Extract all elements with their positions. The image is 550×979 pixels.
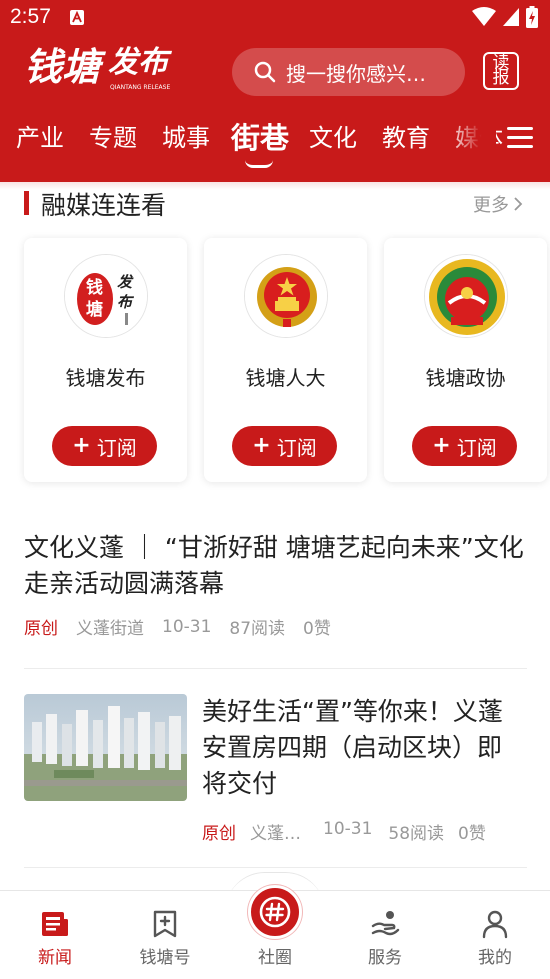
svg-text:钱: 钱 <box>86 277 103 298</box>
nav-community-label: 社圈 <box>258 948 292 968</box>
app-header: 2:57 钱塘 发布 QIANTANG RELEASE 搜一搜你感兴… 读报 产… <box>0 0 550 182</box>
signal-icon <box>503 8 519 26</box>
chevron-right-icon <box>514 197 523 211</box>
divider <box>24 867 527 868</box>
read-newspaper-button[interactable]: 读报 <box>483 52 519 90</box>
subscribe-label: 订阅 <box>456 435 497 460</box>
tabs-fade <box>448 110 496 166</box>
more-label: 更多 <box>473 195 509 216</box>
more-link[interactable]: 更多 <box>473 191 523 217</box>
service-hand-icon <box>371 911 400 936</box>
plus-icon: + <box>72 433 91 458</box>
tab-culture[interactable]: 文化 <box>309 118 357 153</box>
brand-row: 钱塘 发布 QIANTANG RELEASE 搜一搜你感兴… 读报 <box>0 42 550 102</box>
subscribe-label: 订阅 <box>96 435 137 460</box>
plus-icon: + <box>252 433 271 458</box>
nav-community-button[interactable] <box>248 885 302 939</box>
tab-industry[interactable]: 产业 <box>16 118 64 153</box>
news-meta: 原创 义蓬街道 10-31 87阅读 0赞 <box>24 614 527 640</box>
status-time: 2:57 <box>10 5 51 28</box>
subscribe-label: 订阅 <box>276 435 317 460</box>
search-box[interactable]: 搜一搜你感兴… <box>232 48 465 96</box>
media-card[interactable]: 钱 塘 发 布 钱塘发布 + 订阅 <box>24 238 187 482</box>
news-icon <box>42 912 68 936</box>
notification-a-icon <box>70 10 84 25</box>
nav-label: 新闻 <box>38 948 72 968</box>
qiantang-release-avatar: 钱 塘 发 布 <box>64 254 148 338</box>
national-emblem-avatar <box>244 254 328 338</box>
tab-streets[interactable]: 街巷 <box>231 115 289 157</box>
news-source: 义蓬街道 <box>76 619 144 639</box>
category-tabs: 产业 专题 城事 街巷 文化 教育 媒体 <box>0 110 550 172</box>
nav-qiantang-hao[interactable]: 钱塘号 <box>125 909 205 968</box>
section-title: 融媒连连看 <box>41 191 167 220</box>
news-date: 10-31 <box>323 819 373 839</box>
card-name: 钱塘人大 <box>245 366 326 390</box>
news-title[interactable]: 美好生活“置”等你来！义蓬安置房四期（启动区块）即将交付 <box>202 694 522 802</box>
subscribe-button[interactable]: + 订阅 <box>52 426 157 466</box>
menu-icon[interactable] <box>507 126 533 150</box>
cppcc-emblem-avatar <box>424 254 508 338</box>
news-date: 10-31 <box>162 616 212 637</box>
section-accent-bar <box>24 191 29 215</box>
news-thumbnail[interactable] <box>24 694 187 801</box>
news-reads: 87阅读 <box>229 619 286 639</box>
card-name: 钱塘政协 <box>425 366 506 390</box>
status-bar: 2:57 <box>0 0 550 36</box>
news-source: 义蓬… <box>250 824 301 844</box>
active-tab-indicator <box>245 160 273 168</box>
search-placeholder: 搜一搜你感兴… <box>286 61 426 86</box>
svg-text:钱塘: 钱塘 <box>24 44 107 89</box>
nav-services[interactable]: 服务 <box>345 909 425 968</box>
original-tag: 原创 <box>202 824 236 844</box>
svg-text:发布: 发布 <box>108 45 173 80</box>
card-name: 钱塘发布 <box>65 366 146 390</box>
nav-label: 服务 <box>368 948 402 968</box>
news-title: 文化义蓬 ｜ “甘浙好甜 塘塘艺起向未来”文化走亲活动圆满落幕 <box>24 533 524 598</box>
tab-city[interactable]: 城事 <box>162 118 210 153</box>
media-card[interactable]: 钱塘政协 + 订阅 <box>384 238 547 482</box>
news-item[interactable]: 文化义蓬 ｜ “甘浙好甜 塘塘艺起向未来”文化走亲活动圆满落幕 原创 义蓬街道 … <box>24 530 527 639</box>
news-likes: 0赞 <box>458 824 486 844</box>
wifi-icon <box>472 7 496 26</box>
nav-label: 我的 <box>478 948 512 968</box>
person-icon <box>482 910 508 939</box>
svg-text:塘: 塘 <box>86 299 103 320</box>
media-card[interactable]: 钱塘人大 + 订阅 <box>204 238 367 482</box>
nav-label: 钱塘号 <box>139 948 191 968</box>
nav-me[interactable]: 我的 <box>455 909 535 968</box>
hashtag-icon <box>259 896 291 928</box>
media-cards: 钱 塘 发 布 钱塘发布 + 订阅 钱塘人大 + 订阅 钱塘政协 + 订阅 <box>0 238 550 484</box>
qiantang-logo[interactable]: 钱塘 发布 QIANTANG RELEASE <box>24 42 189 100</box>
news-meta: 原创 义蓬… 10-31 58阅读 0赞 <box>202 819 527 844</box>
subscribe-button[interactable]: + 订阅 <box>412 426 517 466</box>
tab-education[interactable]: 教育 <box>382 118 430 153</box>
plus-icon: + <box>432 433 451 458</box>
original-tag: 原创 <box>24 619 58 639</box>
bookmark-plus-icon <box>153 910 177 938</box>
search-icon <box>254 61 276 83</box>
news-likes: 0赞 <box>303 619 331 639</box>
svg-text:发: 发 <box>117 273 134 291</box>
nav-news[interactable]: 新闻 <box>15 909 95 968</box>
subscribe-button[interactable]: + 订阅 <box>232 426 337 466</box>
svg-text:QIANTANG RELEASE: QIANTANG RELEASE <box>110 84 170 91</box>
divider <box>24 668 527 669</box>
tab-topics[interactable]: 专题 <box>89 118 137 153</box>
news-reads: 58阅读 <box>388 824 445 844</box>
status-icons <box>472 6 538 28</box>
section-header: 融媒连连看 更多 <box>0 186 550 222</box>
battery-icon <box>526 6 538 28</box>
